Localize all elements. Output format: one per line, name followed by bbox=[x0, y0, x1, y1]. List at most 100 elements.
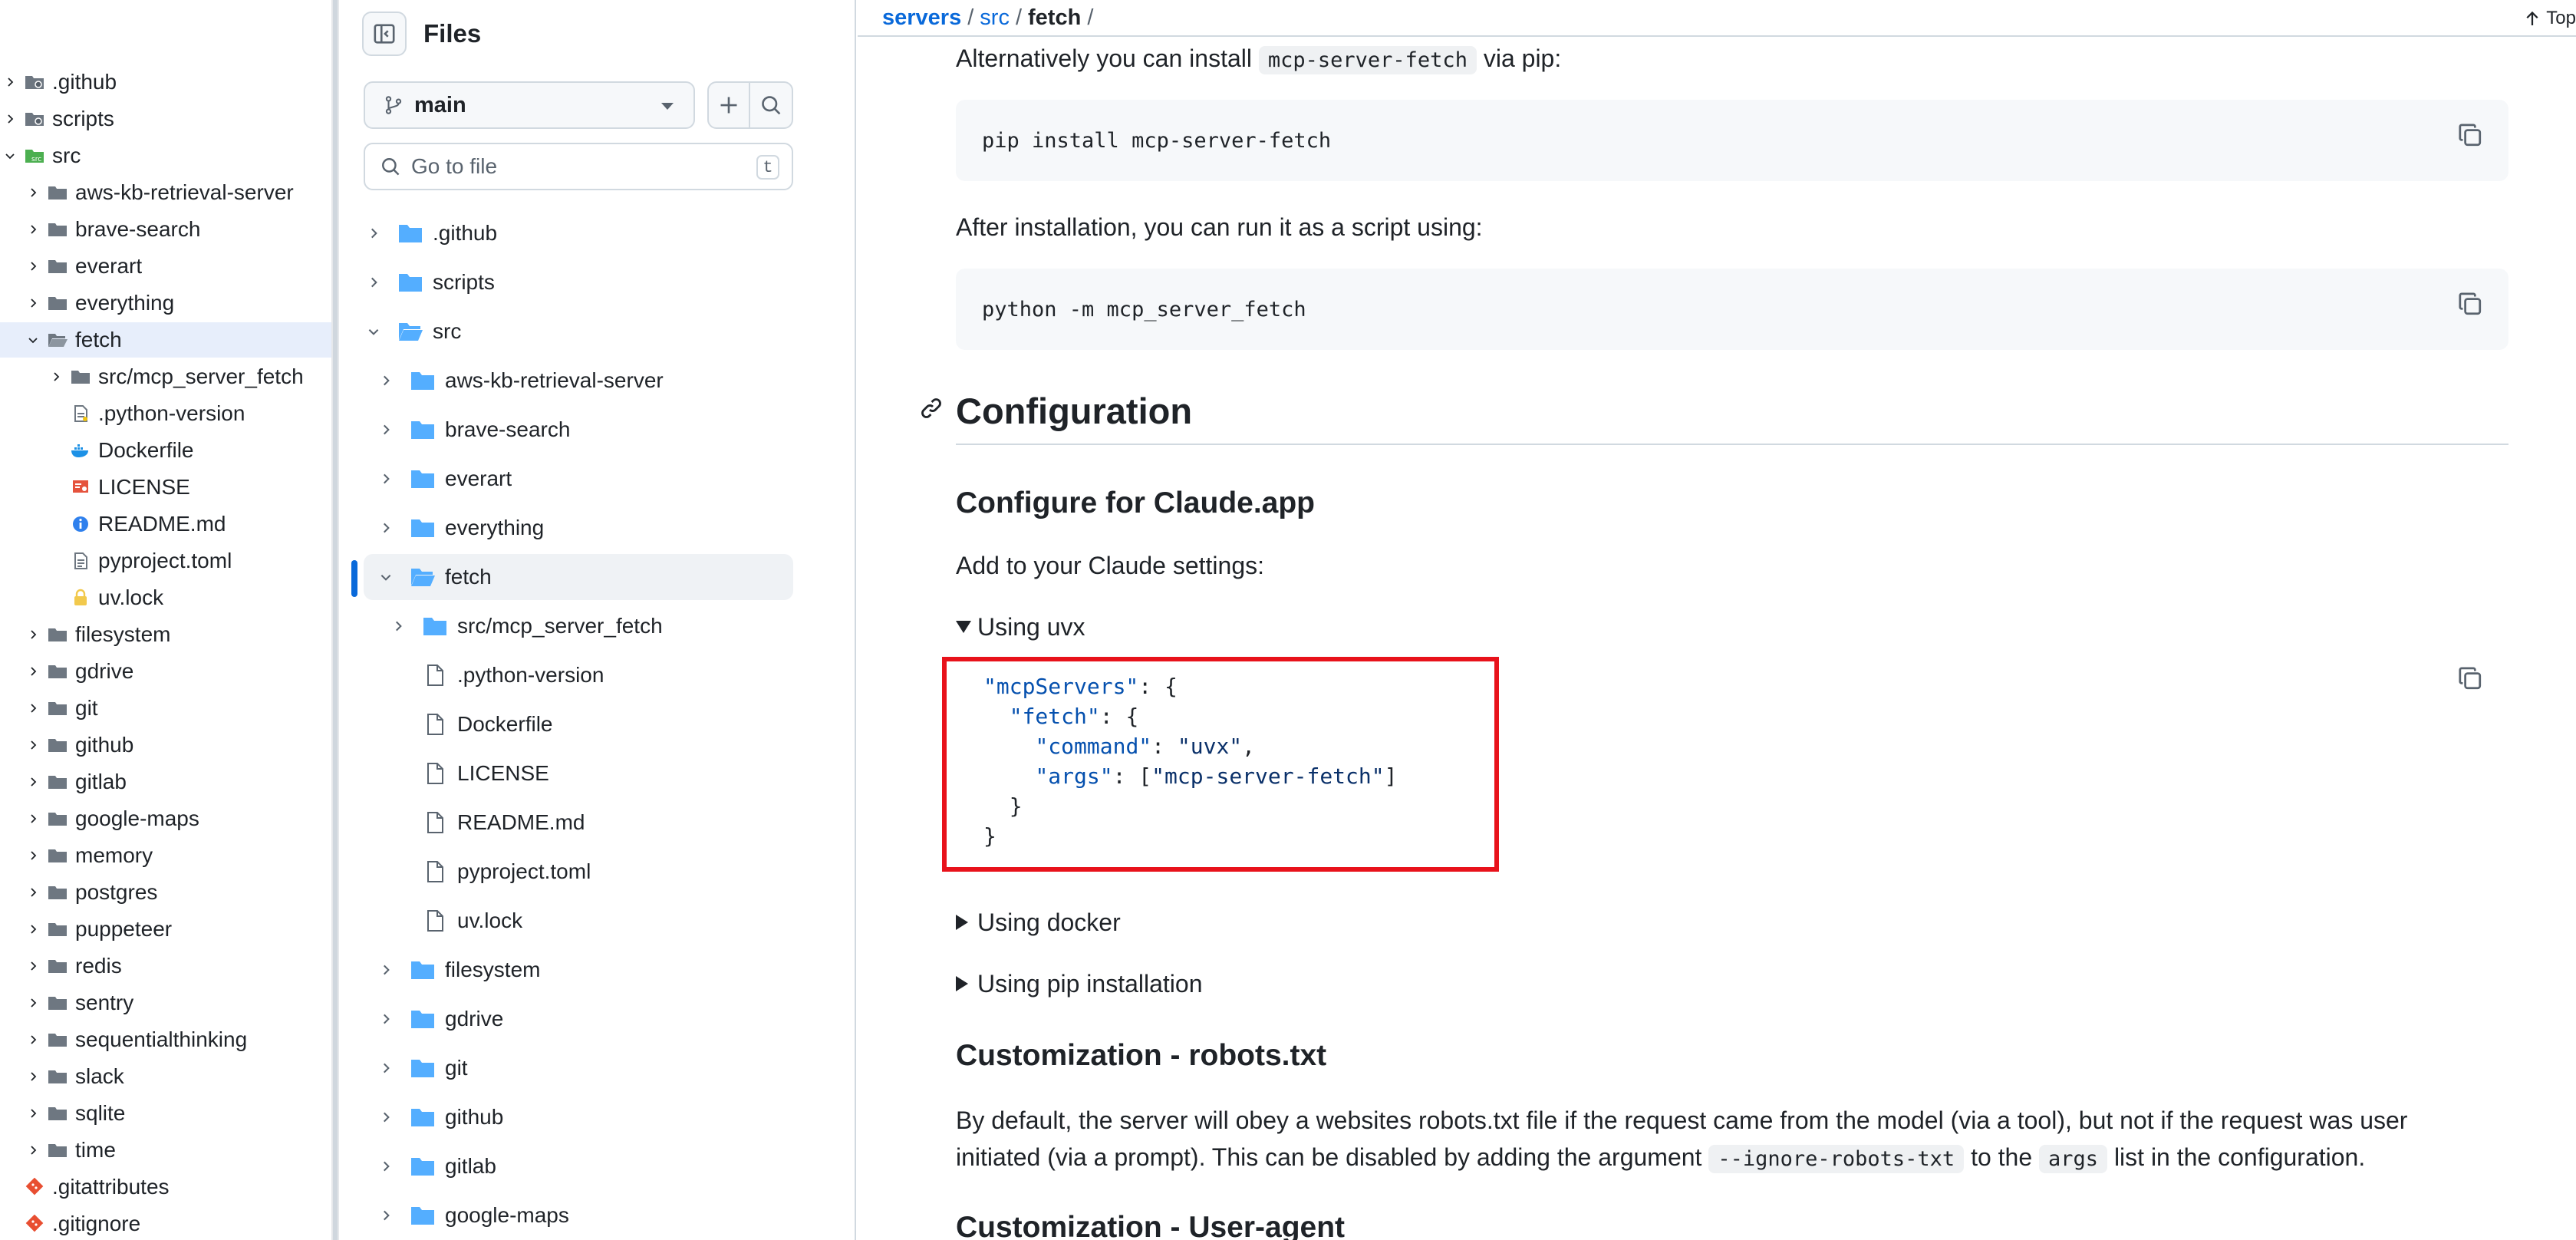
go-to-file-field[interactable]: t bbox=[364, 143, 793, 190]
chevron-right-icon[interactable] bbox=[390, 618, 407, 635]
chevron-right-icon[interactable] bbox=[25, 184, 41, 201]
chevron-right-icon[interactable] bbox=[377, 421, 394, 438]
file-tree-item-github[interactable]: github bbox=[364, 1094, 793, 1140]
tree-item-uv-lock[interactable]: uv.lock bbox=[0, 580, 336, 615]
chevron-right-icon[interactable] bbox=[25, 626, 41, 643]
chevron-right-icon[interactable] bbox=[25, 847, 41, 864]
chevron-right-icon[interactable] bbox=[2, 110, 18, 127]
tree-item-scripts[interactable]: scripts bbox=[0, 101, 336, 137]
chevron-right-icon[interactable] bbox=[377, 961, 394, 978]
tree-item-gitattributes[interactable]: .gitattributes bbox=[0, 1169, 336, 1205]
file-tree-item-dockerfile[interactable]: Dockerfile bbox=[364, 701, 793, 747]
chevron-right-icon[interactable] bbox=[25, 884, 41, 901]
chevron-right-icon[interactable] bbox=[365, 225, 382, 242]
file-tree-item-license[interactable]: LICENSE bbox=[364, 750, 793, 796]
tree-item-readme-md[interactable]: README.md bbox=[0, 506, 336, 542]
chevron-right-icon[interactable] bbox=[25, 921, 41, 938]
chevron-right-icon[interactable] bbox=[377, 1011, 394, 1027]
chevron-right-icon[interactable] bbox=[2, 74, 18, 91]
panel-divider[interactable] bbox=[331, 0, 339, 1240]
tree-item-filesystem[interactable]: filesystem bbox=[0, 617, 336, 652]
tree-item-memory[interactable]: memory bbox=[0, 838, 336, 873]
tree-item-pyproject-toml[interactable]: pyproject.toml bbox=[0, 543, 336, 579]
tree-item-time[interactable]: time bbox=[0, 1133, 336, 1168]
file-tree-item-github[interactable]: .github bbox=[364, 210, 793, 256]
tree-item-everything[interactable]: everything bbox=[0, 285, 336, 321]
chevron-right-icon[interactable] bbox=[365, 274, 382, 291]
copy-button[interactable] bbox=[2455, 120, 2485, 150]
tree-item-sentry[interactable]: sentry bbox=[0, 985, 336, 1021]
tree-item-brave-search[interactable]: brave-search bbox=[0, 212, 336, 247]
file-tree-item-pyproject-toml[interactable]: pyproject.toml bbox=[364, 849, 793, 895]
file-tree-item-git[interactable]: git bbox=[364, 1045, 793, 1091]
chevron-right-icon[interactable] bbox=[25, 810, 41, 827]
search-files-button[interactable] bbox=[749, 81, 793, 129]
file-tree-item-everything[interactable]: everything bbox=[364, 505, 793, 551]
file-tree-item-uv-lock[interactable]: uv.lock bbox=[364, 898, 793, 944]
chevron-right-icon[interactable] bbox=[25, 1031, 41, 1048]
file-tree-item-src-mcp-server-fetch[interactable]: src/mcp_server_fetch bbox=[364, 603, 793, 649]
tree-item-puppeteer[interactable]: puppeteer bbox=[0, 912, 336, 947]
tree-item-slack[interactable]: slack bbox=[0, 1059, 336, 1094]
file-tree-item-brave-search[interactable]: brave-search bbox=[364, 407, 793, 453]
back-to-top-button[interactable]: Top bbox=[2523, 8, 2576, 29]
chevron-right-icon[interactable] bbox=[25, 221, 41, 238]
file-tree-item-filesystem[interactable]: filesystem bbox=[364, 947, 793, 993]
chevron-right-icon[interactable] bbox=[377, 1158, 394, 1175]
heading-anchor-link[interactable] bbox=[919, 396, 947, 424]
chevron-down-icon[interactable] bbox=[25, 331, 41, 348]
chevron-down-icon[interactable] bbox=[365, 323, 382, 340]
chevron-right-icon[interactable] bbox=[377, 1060, 394, 1077]
chevron-right-icon[interactable] bbox=[25, 1142, 41, 1159]
tree-item-gitignore[interactable]: .gitignore bbox=[0, 1206, 336, 1240]
tree-item-src-mcp-server-fetch[interactable]: src/mcp_server_fetch bbox=[0, 359, 336, 394]
tree-item-src[interactable]: src src bbox=[0, 138, 336, 173]
tree-item-fetch[interactable]: fetch bbox=[0, 322, 336, 358]
file-tree-item-src[interactable]: src bbox=[364, 308, 793, 355]
tree-item-sqlite[interactable]: sqlite bbox=[0, 1096, 336, 1131]
tree-item-postgres[interactable]: postgres bbox=[0, 875, 336, 910]
chevron-right-icon[interactable] bbox=[25, 700, 41, 717]
chevron-right-icon[interactable] bbox=[48, 368, 64, 385]
details-using-docker[interactable]: Using docker bbox=[956, 904, 2508, 941]
tree-item-github[interactable]: github bbox=[0, 727, 336, 763]
file-tree-item-gdrive[interactable]: gdrive bbox=[364, 996, 793, 1042]
file-tree-item-gitlab[interactable]: gitlab bbox=[364, 1143, 793, 1189]
tree-item-sequentialthinking[interactable]: sequentialthinking bbox=[0, 1022, 336, 1057]
chevron-right-icon[interactable] bbox=[25, 663, 41, 680]
collapse-sidebar-button[interactable] bbox=[362, 12, 407, 56]
add-file-button[interactable] bbox=[707, 81, 750, 129]
chevron-down-icon[interactable] bbox=[377, 569, 394, 585]
tree-item-google-maps[interactable]: google-maps bbox=[0, 801, 336, 836]
chevron-right-icon[interactable] bbox=[25, 773, 41, 790]
chevron-right-icon[interactable] bbox=[377, 470, 394, 487]
breadcrumb-src-link[interactable]: src bbox=[980, 5, 1010, 31]
chevron-right-icon[interactable] bbox=[25, 994, 41, 1011]
chevron-right-icon[interactable] bbox=[377, 1109, 394, 1126]
chevron-down-icon[interactable] bbox=[2, 147, 18, 164]
tree-item-python-version[interactable]: .python-version bbox=[0, 396, 336, 431]
chevron-right-icon[interactable] bbox=[377, 519, 394, 536]
tree-item-git[interactable]: git bbox=[0, 691, 336, 726]
tree-item-dockerfile[interactable]: Dockerfile bbox=[0, 433, 336, 468]
tree-item-everart[interactable]: everart bbox=[0, 249, 336, 284]
copy-button[interactable] bbox=[2455, 663, 2485, 694]
tree-item-license[interactable]: LICENSE bbox=[0, 470, 336, 505]
chevron-right-icon[interactable] bbox=[25, 295, 41, 312]
file-tree-item-python-version[interactable]: .python-version bbox=[364, 652, 793, 698]
chevron-right-icon[interactable] bbox=[377, 372, 394, 389]
tree-item-aws-kb-retrieval-server[interactable]: aws-kb-retrieval-server bbox=[0, 175, 336, 210]
branch-selector[interactable]: main bbox=[364, 81, 695, 129]
go-to-file-input[interactable] bbox=[411, 154, 733, 179]
file-tree-item-everart[interactable]: everart bbox=[364, 456, 793, 502]
file-tree-item-readme-md[interactable]: README.md bbox=[364, 800, 793, 846]
file-tree-item-google-maps[interactable]: google-maps bbox=[364, 1192, 793, 1238]
chevron-right-icon[interactable] bbox=[25, 1105, 41, 1122]
tree-item-gitlab[interactable]: gitlab bbox=[0, 764, 336, 800]
details-using-pip[interactable]: Using pip installation bbox=[956, 965, 2508, 1002]
chevron-right-icon[interactable] bbox=[377, 1207, 394, 1224]
chevron-right-icon[interactable] bbox=[25, 1068, 41, 1085]
file-tree-item-fetch[interactable]: fetch bbox=[364, 554, 793, 600]
chevron-right-icon[interactable] bbox=[25, 958, 41, 975]
copy-button[interactable] bbox=[2455, 289, 2485, 319]
